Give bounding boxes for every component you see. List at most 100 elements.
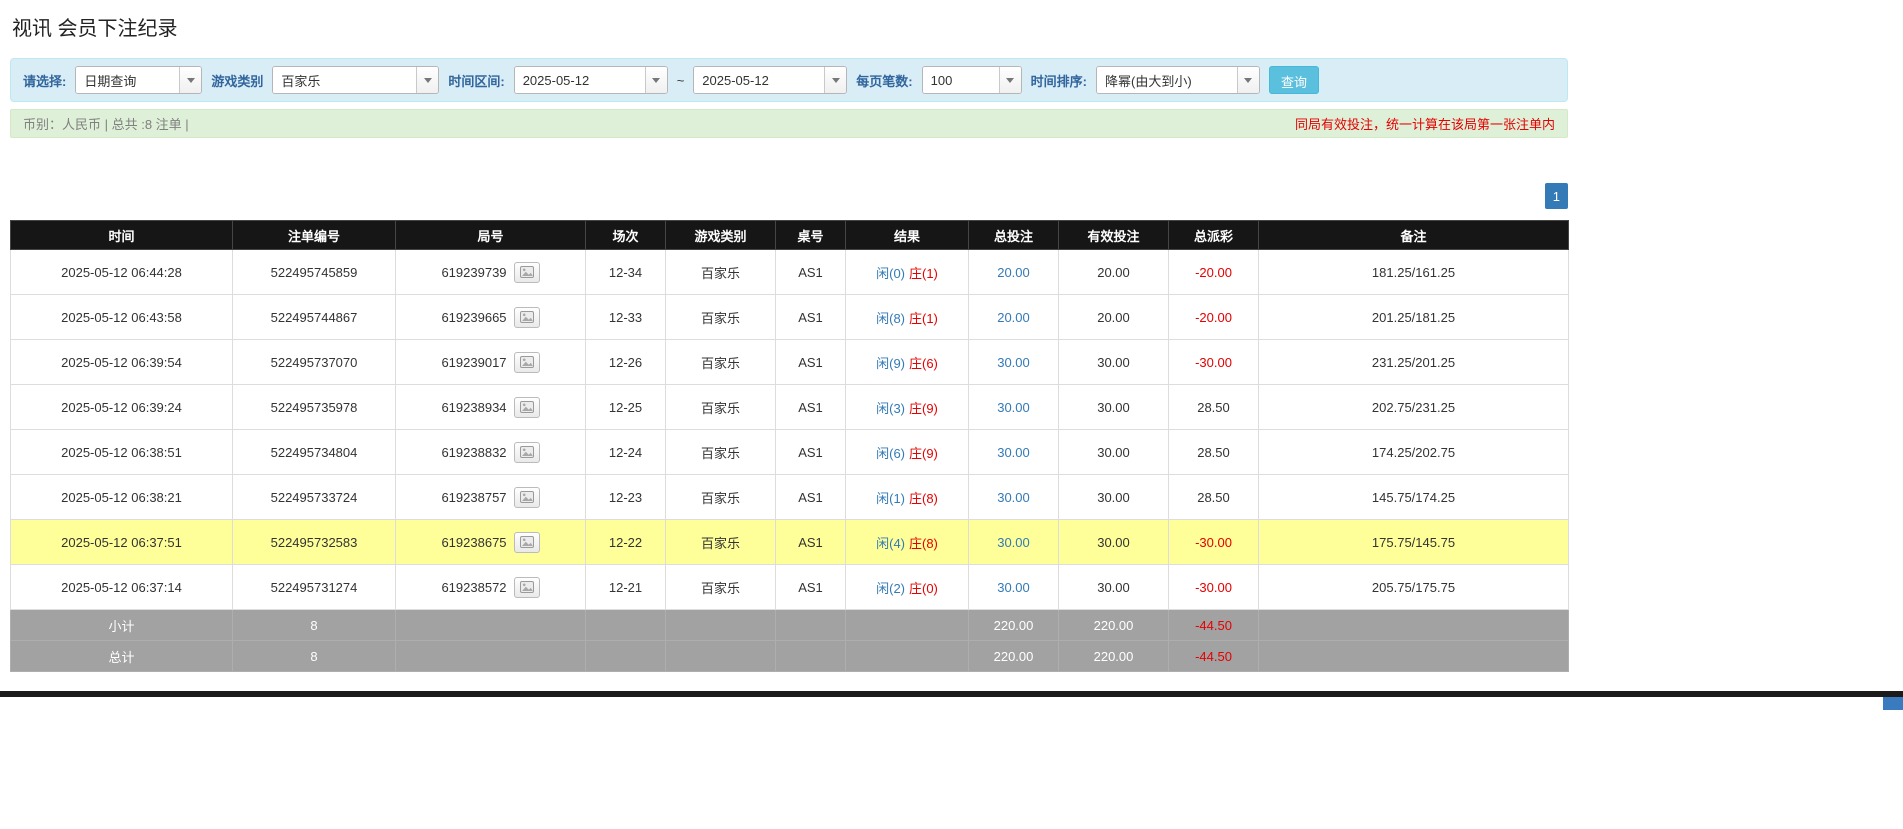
page-size-input[interactable]	[923, 67, 999, 93]
date-from-input[interactable]	[515, 67, 645, 93]
chevron-down-icon	[187, 78, 195, 83]
game-type-input[interactable]	[273, 67, 416, 93]
footer-corner-button[interactable]	[1883, 697, 1903, 710]
valid-bet: 30.00	[1097, 580, 1130, 595]
cell-game-type: 百家乐	[666, 520, 776, 565]
cell-empty	[776, 610, 846, 641]
round-id: 619238832	[441, 445, 506, 460]
view-round-result-button[interactable]	[514, 442, 540, 463]
round-id: 619238934	[441, 400, 506, 415]
total-bet-link[interactable]: 30.00	[997, 490, 1030, 505]
summary-currency-count: 币别：人民币 | 总共 :8 注单 |	[23, 114, 189, 133]
page-content: 视讯 会员下注纪录 请选择: 游戏类别 时间区间: ~ 每页笔数: 时间排序:	[0, 0, 1568, 672]
bet-records-table: 时间注单编号局号场次游戏类别桌号结果总投注有效投注总派彩备注 2025-05-1…	[10, 220, 1569, 672]
search-button[interactable]: 查询	[1269, 66, 1319, 94]
sort-input[interactable]	[1097, 67, 1237, 93]
bottom-whitespace	[0, 697, 1903, 829]
session-number: 12-24	[609, 445, 642, 460]
chevron-down-icon	[424, 78, 432, 83]
view-round-result-button[interactable]	[514, 532, 540, 553]
sort-dropdown-button[interactable]	[1237, 67, 1259, 93]
cell-valid-bet: 30.00	[1059, 520, 1169, 565]
cell-empty	[846, 610, 969, 641]
cell-game-type: 百家乐	[666, 565, 776, 610]
view-round-result-button[interactable]	[514, 352, 540, 373]
view-round-result-button[interactable]	[514, 397, 540, 418]
view-round-result-button[interactable]	[514, 577, 540, 598]
page-size-select	[922, 66, 1022, 94]
payout: 28.50	[1197, 400, 1230, 415]
payout: -30.00	[1195, 535, 1232, 550]
view-round-result-button[interactable]	[514, 307, 540, 328]
result-banker: 庄(6)	[909, 356, 938, 371]
total-bet-link[interactable]: 30.00	[997, 445, 1030, 460]
date-mode-input[interactable]	[76, 67, 179, 93]
date-to-dropdown-button[interactable]	[824, 67, 846, 93]
bet-time: 2025-05-12 06:39:54	[61, 355, 182, 370]
game-type-dropdown-button[interactable]	[416, 67, 438, 93]
game-type: 百家乐	[701, 446, 740, 461]
cell-valid-bet: 20.00	[1059, 250, 1169, 295]
cell-session: 12-21	[586, 565, 666, 610]
cell-round-id: 619239739	[396, 250, 586, 295]
page-button-1[interactable]: 1	[1545, 183, 1568, 209]
bet-time: 2025-05-12 06:44:28	[61, 265, 182, 280]
round-result-image-icon	[520, 266, 534, 278]
cell-payout: 28.50	[1169, 430, 1259, 475]
result-player: 闲(3)	[876, 401, 905, 416]
filter-bar: 请选择: 游戏类别 时间区间: ~ 每页笔数: 时间排序:	[10, 58, 1568, 102]
cell-result: 闲(1) 庄(8)	[846, 475, 969, 520]
game-type-select	[272, 66, 439, 94]
total-bet-link[interactable]: 30.00	[997, 535, 1030, 550]
subtotal-count: 8	[233, 610, 396, 641]
remark: 205.75/175.75	[1372, 580, 1455, 595]
sort-label: 时间排序:	[1031, 71, 1087, 90]
cell-session: 12-26	[586, 340, 666, 385]
time-range-label: 时间区间:	[448, 71, 504, 90]
result-player: 闲(1)	[876, 491, 905, 506]
date-mode-dropdown-button[interactable]	[179, 67, 201, 93]
date-from-picker	[514, 66, 668, 94]
date-to-picker	[693, 66, 847, 94]
cell-total-bet: 20.00	[969, 250, 1059, 295]
cell-round-id: 619238572	[396, 565, 586, 610]
round-id: 619238757	[441, 490, 506, 505]
total-bet-link[interactable]: 20.00	[997, 265, 1030, 280]
date-from-dropdown-button[interactable]	[645, 67, 667, 93]
cell-session: 12-33	[586, 295, 666, 340]
view-round-result-button[interactable]	[514, 487, 540, 508]
date-to-input[interactable]	[694, 67, 824, 93]
cell-bet-id: 522495745859	[233, 250, 396, 295]
remark: 145.75/174.25	[1372, 490, 1455, 505]
view-round-result-button[interactable]	[514, 262, 540, 283]
cell-remark: 231.25/201.25	[1259, 340, 1569, 385]
game-type: 百家乐	[701, 536, 740, 551]
cell-empty	[846, 641, 969, 672]
payout: -30.00	[1195, 580, 1232, 595]
valid-bet: 30.00	[1097, 535, 1130, 550]
column-header: 结果	[846, 221, 969, 250]
remark: 175.75/145.75	[1372, 535, 1455, 550]
session-number: 12-25	[609, 400, 642, 415]
total-total-bet: 220.00	[969, 641, 1059, 672]
cell-game-type: 百家乐	[666, 385, 776, 430]
cell-remark: 181.25/161.25	[1259, 250, 1569, 295]
page-size-dropdown-button[interactable]	[999, 67, 1021, 93]
total-bet-link[interactable]: 20.00	[997, 310, 1030, 325]
total-bet-link[interactable]: 30.00	[997, 580, 1030, 595]
bet-time: 2025-05-12 06:38:51	[61, 445, 182, 460]
range-separator: ~	[677, 73, 685, 88]
chevron-down-icon	[832, 78, 840, 83]
result-banker: 庄(1)	[909, 311, 938, 326]
result-banker: 庄(9)	[909, 446, 938, 461]
bet-id: 522495744867	[271, 310, 358, 325]
total-bet-link[interactable]: 30.00	[997, 355, 1030, 370]
result-player: 闲(9)	[876, 356, 905, 371]
total-bet-link[interactable]: 30.00	[997, 400, 1030, 415]
result-banker: 庄(0)	[909, 581, 938, 596]
result-banker: 庄(8)	[909, 491, 938, 506]
round-result-image-icon	[520, 581, 534, 593]
table-number: AS1	[798, 355, 823, 370]
cell-empty	[586, 610, 666, 641]
table-row: 2025-05-12 06:44:28 522495745859 6192397…	[11, 250, 1569, 295]
